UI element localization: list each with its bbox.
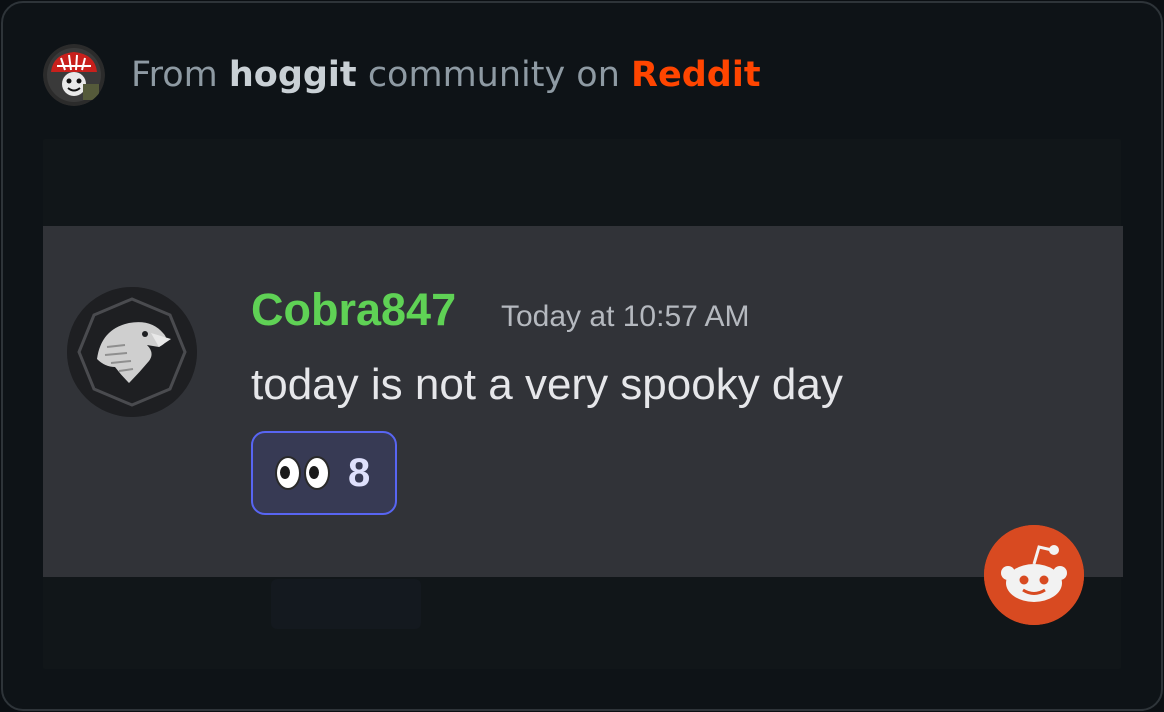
faded-content [271,579,421,629]
reaction-count: 8 [348,450,371,495]
eagle-avatar-icon [67,287,197,417]
embed-header: From hoggit community on Reddit [43,43,761,107]
message-timestamp: Today at 10:57 AM [501,300,750,333]
community-name-link[interactable]: hoggit [229,55,357,95]
post-image[interactable]: Cobra847 Today at 10:57 AM today is not … [43,139,1123,669]
embed-source-text: From hoggit community on Reddit [131,55,761,95]
eyes-icon [275,456,330,490]
discord-message-screenshot: Cobra847 Today at 10:57 AM today is not … [43,226,1123,577]
platform-name-link[interactable]: Reddit [631,55,761,95]
community-avatar-icon[interactable] [43,44,105,106]
message-content: today is not a very spooky day [251,360,843,409]
reddit-snoo-icon[interactable] [984,525,1084,625]
message-username[interactable]: Cobra847 [251,284,456,336]
eyes-reaction-button[interactable]: 8 [251,431,397,515]
header-middle: community on [367,55,620,95]
reddit-embed-card[interactable]: From hoggit community on Reddit Cobra847… [1,1,1163,711]
header-prefix: From [131,55,218,95]
